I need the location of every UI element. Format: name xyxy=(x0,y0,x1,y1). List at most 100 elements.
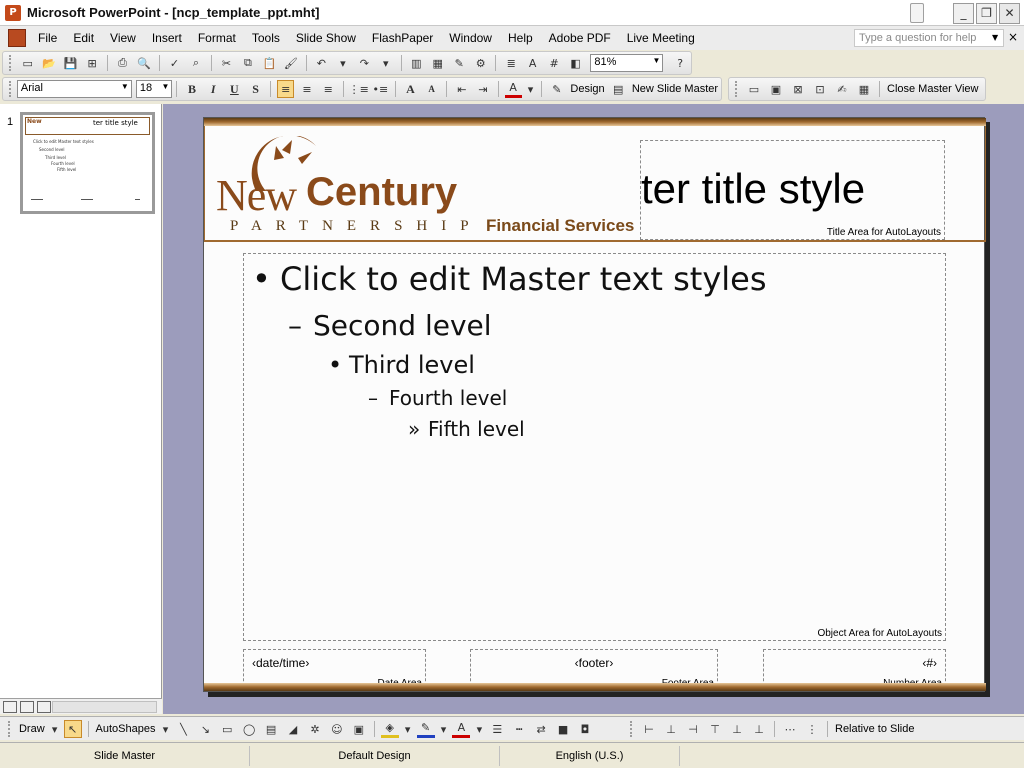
align-center-icon[interactable]: ≡ xyxy=(298,80,315,98)
font-color-dropdown-icon[interactable]: ▾ xyxy=(526,80,536,98)
menu-insert[interactable]: Insert xyxy=(144,31,190,45)
toolbar-grip-icon[interactable] xyxy=(9,55,13,71)
select-objects-icon[interactable]: ↖ xyxy=(63,720,82,738)
menu-live-meeting[interactable]: Live Meeting xyxy=(619,31,703,45)
design-button[interactable]: Design xyxy=(567,83,607,95)
distribute-vertically-icon[interactable]: ⋮ xyxy=(803,720,821,738)
shadow-style-icon[interactable]: ■ xyxy=(554,720,572,738)
draw-font-color-icon[interactable]: A xyxy=(452,720,471,738)
insert-picture-icon[interactable]: ▣ xyxy=(350,720,368,738)
align-right-objects-icon[interactable]: ⊣ xyxy=(684,720,702,738)
horizontal-scrollbar[interactable] xyxy=(52,701,157,713)
minimize-button[interactable]: _ xyxy=(953,3,974,24)
restore-button[interactable]: ❐ xyxy=(976,3,997,24)
print-icon[interactable]: ⎙ xyxy=(114,54,131,72)
line-color-icon[interactable]: ✎ xyxy=(416,720,435,738)
line-icon[interactable]: ╲ xyxy=(174,720,192,738)
font-size-dropdown-arrow-icon[interactable]: ▼ xyxy=(162,82,170,91)
insert-new-slide-master-icon[interactable]: ▭ xyxy=(745,80,763,98)
oval-icon[interactable]: ◯ xyxy=(240,720,258,738)
normal-view-icon[interactable] xyxy=(3,700,17,713)
open-icon[interactable]: 📂 xyxy=(40,54,57,72)
slide-show-view-icon[interactable] xyxy=(37,700,51,713)
preserve-master-icon[interactable]: ⊡ xyxy=(811,80,829,98)
slide-sorter-view-icon[interactable] xyxy=(20,700,34,713)
format-painter-icon[interactable]: 🖌 xyxy=(282,54,299,72)
object-placeholder[interactable]: • Click to edit Master text styles – Sec… xyxy=(243,253,946,641)
company-logo[interactable]: New Century PARTNERSHIP Financial Servic… xyxy=(216,136,656,246)
spelling-icon[interactable]: ✓ xyxy=(166,54,183,72)
zoom-dropdown-arrow-icon[interactable]: ▼ xyxy=(653,56,661,65)
menu-file[interactable]: File xyxy=(30,31,65,45)
align-top-objects-icon[interactable]: ⊤ xyxy=(706,720,724,738)
align-right-icon[interactable]: ≡ xyxy=(320,80,337,98)
research-icon[interactable]: ⌕ xyxy=(187,54,204,72)
decrease-indent-icon[interactable]: ⇤ xyxy=(453,80,470,98)
menu-edit[interactable]: Edit xyxy=(65,31,102,45)
rectangle-icon[interactable]: ▭ xyxy=(218,720,236,738)
print-preview-icon[interactable]: 🔍 xyxy=(135,54,152,72)
menu-format[interactable]: Format xyxy=(190,31,244,45)
menu-window[interactable]: Window xyxy=(441,31,500,45)
slide-master-canvas[interactable]: New Century PARTNERSHIP Financial Servic… xyxy=(203,117,986,692)
toolbar-grip-icon[interactable] xyxy=(8,721,12,737)
3d-style-icon[interactable]: ◘ xyxy=(576,720,594,738)
fill-color-dropdown-icon[interactable]: ▾ xyxy=(403,720,413,738)
numbering-icon[interactable]: ⋮≡ xyxy=(349,80,369,98)
zoom-select[interactable]: 81% ▼ xyxy=(590,54,664,72)
new-icon[interactable]: ▭ xyxy=(19,54,36,72)
new-slide-master-button[interactable]: New Slide Master xyxy=(629,83,721,95)
increase-font-size-button[interactable]: A xyxy=(402,80,419,98)
undo-dropdown-icon[interactable]: ▾ xyxy=(334,54,351,72)
arrow-style-icon[interactable]: ⇄ xyxy=(532,720,550,738)
help-dropdown-arrow-icon[interactable]: ▼ xyxy=(992,33,998,42)
menu-adobe-pdf[interactable]: Adobe PDF xyxy=(541,31,619,45)
decrease-font-size-button[interactable]: A xyxy=(423,80,440,98)
menu-flashpaper[interactable]: FlashPaper xyxy=(364,31,441,45)
save-icon[interactable]: 💾 xyxy=(62,54,79,72)
close-window-button[interactable]: ✕ xyxy=(999,3,1020,24)
permission-icon[interactable]: ⊞ xyxy=(83,54,100,72)
clip-art-icon[interactable]: ☺ xyxy=(328,720,346,738)
wordart-icon[interactable]: ◢ xyxy=(284,720,302,738)
autoshapes-dropdown-icon[interactable]: ▾ xyxy=(160,720,170,738)
menu-view[interactable]: View xyxy=(102,31,144,45)
font-color-icon[interactable]: A xyxy=(504,80,522,98)
font-dropdown-arrow-icon[interactable]: ▼ xyxy=(121,82,129,91)
titlebar-scroll-handle[interactable] xyxy=(910,3,924,23)
show-grid-icon[interactable]: # xyxy=(545,54,562,72)
insert-diagram-icon[interactable]: ⚙ xyxy=(472,54,489,72)
title-placeholder[interactable]: ter title style Title Area for AutoLayou… xyxy=(640,140,945,240)
master-layout-icon[interactable]: ▦ xyxy=(855,80,873,98)
insert-new-title-master-icon[interactable]: ▣ xyxy=(767,80,785,98)
autoshapes-menu-button[interactable]: AutoShapes xyxy=(93,723,159,735)
line-style-icon[interactable]: ☰ xyxy=(488,720,506,738)
toolbar-grip-icon[interactable] xyxy=(735,81,739,97)
menu-slide-show[interactable]: Slide Show xyxy=(288,31,364,45)
underline-button[interactable]: U xyxy=(226,80,243,98)
font-select[interactable]: Arial ▼ xyxy=(16,80,132,98)
rename-master-icon[interactable]: ✍ xyxy=(833,80,851,98)
insert-chart-icon[interactable]: ▥ xyxy=(408,54,425,72)
increase-indent-icon[interactable]: ⇥ xyxy=(474,80,491,98)
distribute-horizontally-icon[interactable]: ⋯ xyxy=(781,720,799,738)
tables-borders-icon[interactable]: ✎ xyxy=(451,54,468,72)
delete-master-icon[interactable]: ⊠ xyxy=(789,80,807,98)
align-bottom-objects-icon[interactable]: ⊥ xyxy=(750,720,768,738)
italic-button[interactable]: I xyxy=(205,80,222,98)
document-close-button[interactable]: × xyxy=(1008,30,1018,44)
bullets-icon[interactable]: •≡ xyxy=(372,80,389,98)
show-formatting-icon[interactable]: A xyxy=(524,54,541,72)
copy-icon[interactable]: ⧉ xyxy=(239,54,256,72)
slide-thumbnail[interactable]: New ter title style Click to edit Master… xyxy=(20,112,155,214)
toolbar-grip-icon[interactable] xyxy=(630,721,634,737)
text-box-icon[interactable]: ▤ xyxy=(262,720,280,738)
arrow-icon[interactable]: ↘ xyxy=(196,720,214,738)
undo-icon[interactable]: ↶ xyxy=(313,54,330,72)
toolbar-grip-icon[interactable] xyxy=(9,81,13,97)
bold-button[interactable]: B xyxy=(183,80,200,98)
paste-icon[interactable]: 📋 xyxy=(261,54,278,72)
menu-help[interactable]: Help xyxy=(500,31,541,45)
relative-to-slide-button[interactable]: Relative to Slide xyxy=(832,723,918,735)
draw-menu-button[interactable]: Draw xyxy=(16,723,48,735)
